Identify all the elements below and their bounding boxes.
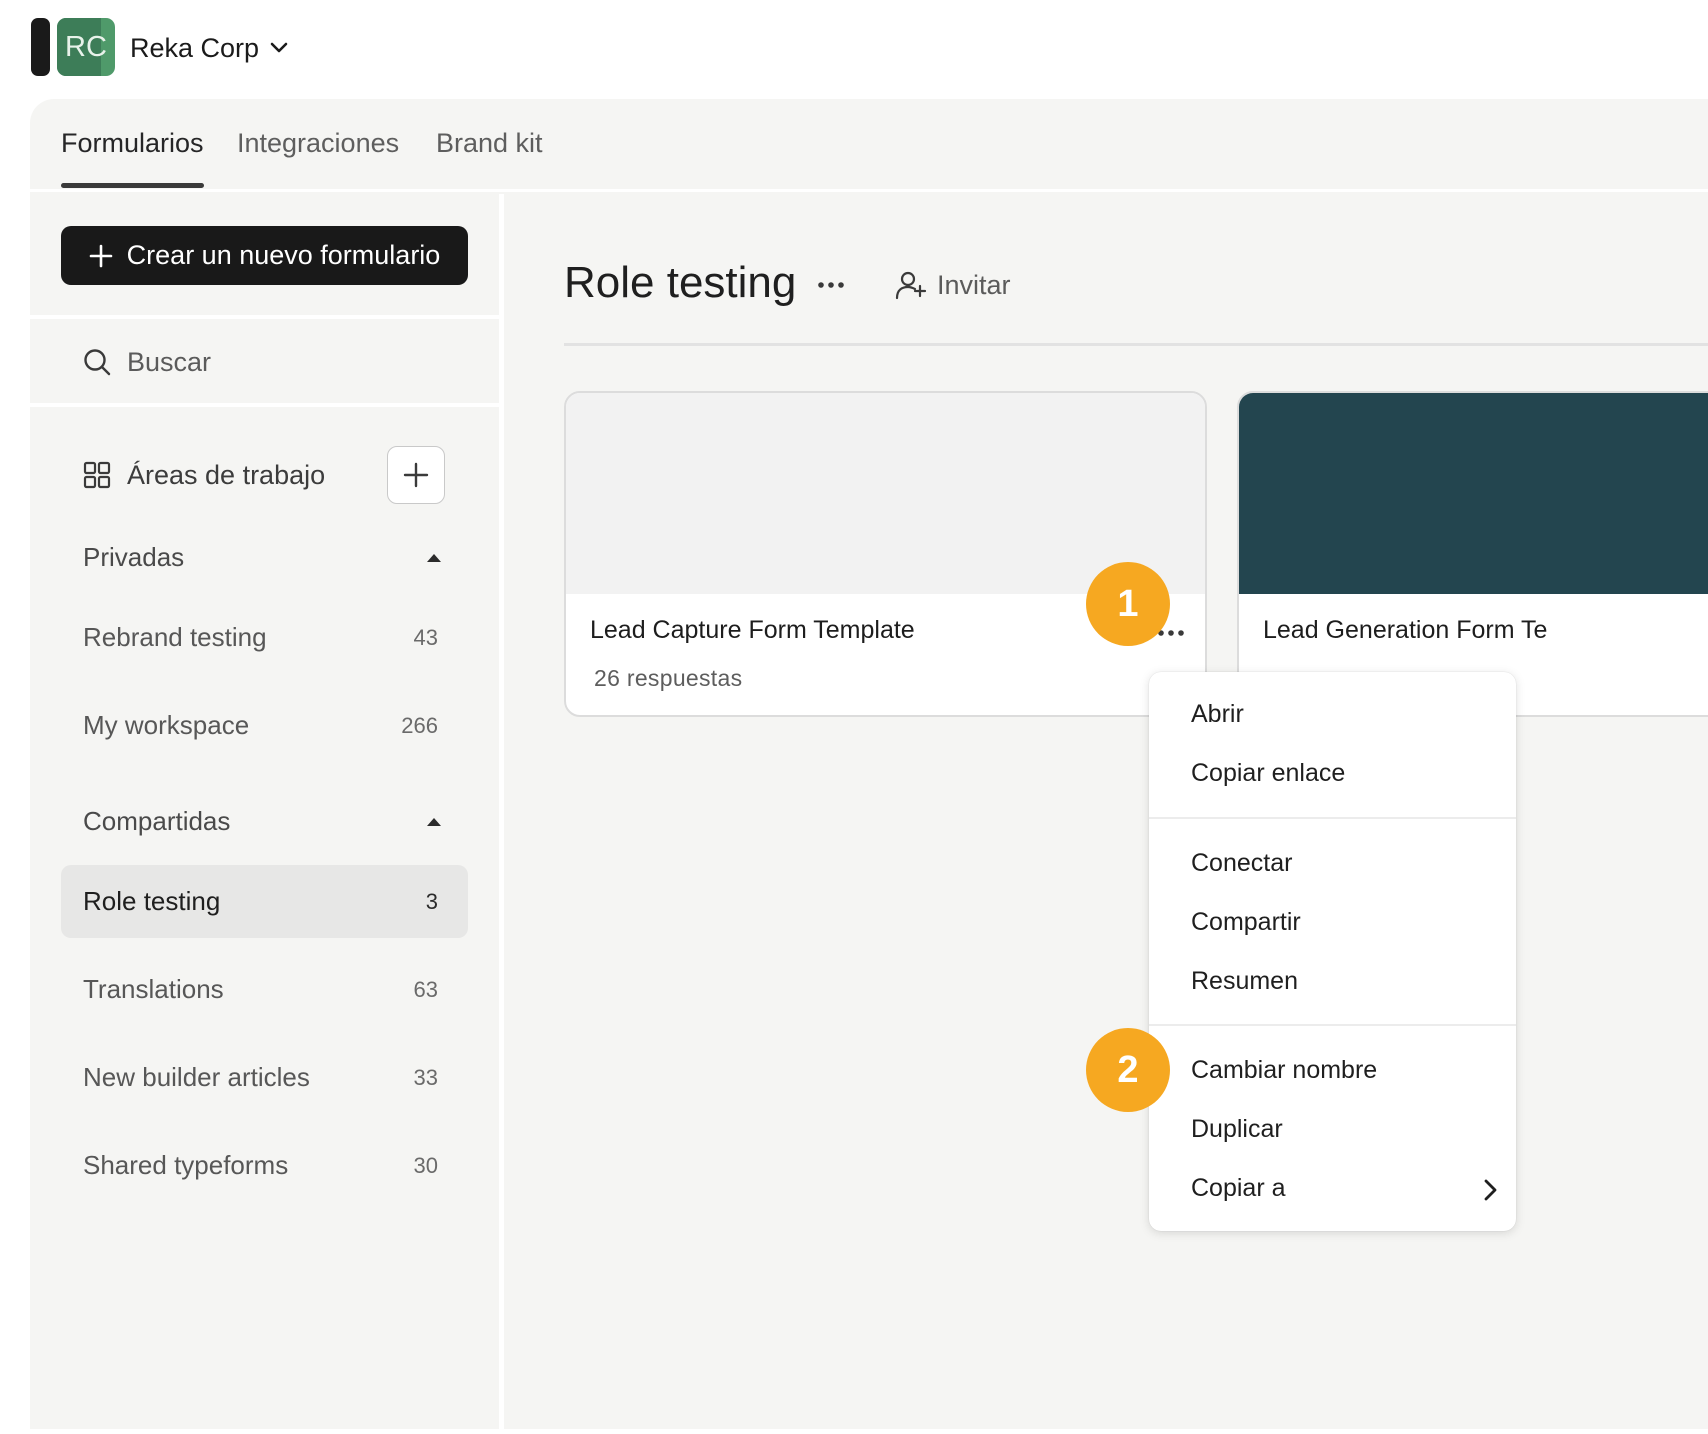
menu-separator: [1149, 1024, 1516, 1026]
grid-icon: [83, 461, 111, 489]
invite-button[interactable]: Invitar: [895, 265, 1011, 305]
sidebar-toggle-strip[interactable]: [31, 18, 50, 76]
more-options-icon[interactable]: [812, 270, 850, 300]
workspace-name: Translations: [83, 974, 224, 1004]
shared-section-label: Compartidas: [83, 805, 231, 836]
workspace-name: Role testing: [83, 886, 221, 916]
workspace-item-rebrand-testing[interactable]: Rebrand testing 43: [61, 601, 468, 674]
add-user-icon: [895, 271, 927, 300]
tab-brand-kit[interactable]: Brand kit: [436, 128, 543, 159]
chevron-down-icon: [270, 42, 288, 53]
org-switcher[interactable]: Reka Corp: [130, 30, 289, 66]
card-context-menu: Abrir Copiar enlace Conectar Compartir R…: [1149, 672, 1516, 1231]
workspace-count: 266: [401, 712, 438, 738]
search-icon: [84, 349, 111, 376]
workspace-item-role-testing[interactable]: Role testing 3: [61, 865, 468, 938]
step-badge: 1: [1086, 562, 1170, 646]
menu-item-cambiar-nombre[interactable]: Cambiar nombre: [1191, 1056, 1377, 1085]
create-form-button[interactable]: Crear un nuevo formulario: [61, 226, 468, 285]
active-tab-indicator: [61, 183, 204, 188]
workspace-count: 30: [413, 1152, 438, 1178]
search-placeholder: Buscar: [127, 346, 212, 377]
workspace-title: Role testing: [564, 258, 797, 307]
org-name: Reka Corp: [130, 32, 260, 63]
form-card-thumbnail: [1239, 393, 1708, 594]
form-card-title: Lead Generation Form Te: [1263, 616, 1548, 644]
workspace-count: 43: [413, 624, 438, 650]
private-section-toggle[interactable]: Privadas: [83, 537, 443, 577]
invite-label: Invitar: [937, 269, 1011, 300]
workspace-name: Shared typeforms: [83, 1150, 289, 1180]
tabs-divider: [30, 189, 1708, 192]
menu-item-copiar-enlace[interactable]: Copiar enlace: [1191, 759, 1345, 788]
chevron-right-icon: [1484, 1179, 1497, 1201]
caret-up-icon: [427, 554, 441, 562]
form-card-title: Lead Capture Form Template: [590, 616, 915, 644]
workspace-item-my-workspace[interactable]: My workspace 266: [61, 689, 468, 762]
plus-icon: [89, 244, 112, 267]
workspaces-label: Áreas de trabajo: [127, 459, 326, 490]
form-card-thumbnail: [566, 393, 1205, 594]
caret-up-icon: [427, 818, 441, 826]
add-workspace-button[interactable]: [387, 446, 445, 504]
menu-item-conectar[interactable]: Conectar: [1191, 849, 1292, 878]
workspace-count: 63: [413, 976, 438, 1002]
tab-formularios[interactable]: Formularios: [61, 128, 204, 159]
menu-item-resumen[interactable]: Resumen: [1191, 967, 1298, 996]
workspace-item-translations[interactable]: Translations 63: [61, 953, 468, 1026]
workspace-name: My workspace: [83, 710, 250, 740]
workspace-count: 3: [425, 888, 438, 914]
shared-section-toggle[interactable]: Compartidas: [83, 801, 443, 841]
workspaces-header: Áreas de trabajo: [83, 455, 325, 495]
menu-item-duplicar[interactable]: Duplicar: [1191, 1115, 1283, 1144]
sidebar-divider: [499, 194, 504, 1434]
form-card-responses: 26 respuestas: [594, 665, 743, 691]
workspace-item-new-builder-articles[interactable]: New builder articles 33: [61, 1041, 468, 1114]
workspace-name: Rebrand testing: [83, 622, 267, 652]
search-input[interactable]: Buscar: [83, 342, 211, 382]
workspace-count: 33: [413, 1064, 438, 1090]
private-section-label: Privadas: [83, 541, 185, 572]
step-badge: 2: [1086, 1028, 1170, 1112]
content-header-divider: [564, 343, 1708, 346]
menu-item-abrir[interactable]: Abrir: [1191, 700, 1244, 729]
sidebar-separator: [30, 315, 500, 319]
form-card[interactable]: Lead Generation Form Te: [1237, 391, 1708, 717]
menu-item-copiar-a[interactable]: Copiar a: [1191, 1174, 1286, 1203]
plus-icon: [403, 462, 429, 488]
org-avatar[interactable]: RC: [57, 18, 115, 76]
workspace-name: New builder articles: [83, 1062, 310, 1092]
menu-separator: [1149, 817, 1516, 819]
tab-integraciones[interactable]: Integraciones: [237, 128, 399, 159]
menu-item-compartir[interactable]: Compartir: [1191, 908, 1301, 937]
sidebar-separator: [30, 403, 500, 407]
create-form-label: Crear un nuevo formulario: [126, 240, 441, 270]
workspace-item-shared-typeforms[interactable]: Shared typeforms 30: [61, 1129, 468, 1202]
org-initials: RC: [65, 30, 107, 63]
form-card[interactable]: Lead Capture Form Template 26 respuestas: [564, 391, 1207, 717]
